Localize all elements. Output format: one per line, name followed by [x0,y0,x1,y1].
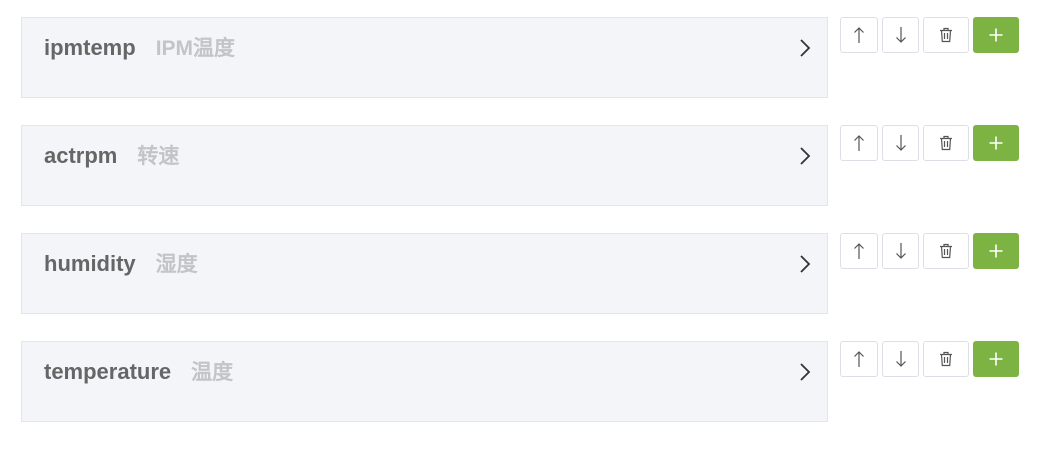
plus-icon [989,136,1003,150]
delete-button[interactable] [923,341,969,377]
field-row: ipmtemp IPM温度 [21,17,1021,98]
field-key: humidity 湿度 [44,248,198,278]
field-key: actrpm 转速 [44,140,179,170]
field-row: humidity 湿度 [21,233,1021,314]
field-label: 温度 [191,361,234,384]
field-panel[interactable]: actrpm 转速 [21,125,828,206]
field-label: 转速 [137,145,180,168]
chevron-right-icon[interactable] [796,255,814,273]
arrow-up-icon [854,135,864,151]
arrow-down-icon [895,243,906,259]
field-label: IPM温度 [155,37,236,60]
add-button[interactable] [973,341,1019,377]
add-button[interactable] [973,125,1019,161]
chevron-right-icon[interactable] [796,39,814,57]
plus-icon [989,28,1003,42]
move-up-button[interactable] [840,125,878,161]
trash-icon [940,135,952,151]
move-down-button[interactable] [882,17,919,53]
field-label: 湿度 [155,253,198,276]
arrow-down-icon [895,27,906,43]
arrow-down-icon [895,351,906,367]
field-panel[interactable]: humidity 湿度 [21,233,828,314]
field-key: temperature 温度 [44,356,233,386]
chevron-right-icon[interactable] [796,363,814,381]
arrow-up-icon [854,351,864,367]
field-row: actrpm 转速 [21,125,1021,206]
arrow-down-icon [895,135,906,151]
chevron-right-icon[interactable] [796,147,814,165]
plus-icon [989,352,1003,366]
trash-icon [940,27,952,43]
move-up-button[interactable] [840,341,878,377]
field-list: ipmtemp IPM温度 actrpm 转速 humidity 湿度 temp… [0,0,1043,449]
field-key-text: humidity [44,251,136,276]
delete-button[interactable] [923,233,969,269]
move-up-button[interactable] [840,17,878,53]
move-down-button[interactable] [882,341,919,377]
trash-icon [940,351,952,367]
plus-icon [989,244,1003,258]
add-button[interactable] [973,17,1019,53]
trash-icon [940,243,952,259]
field-key: ipmtemp IPM温度 [44,32,235,62]
field-panel[interactable]: temperature 温度 [21,341,828,422]
move-down-button[interactable] [882,233,919,269]
move-up-button[interactable] [840,233,878,269]
delete-button[interactable] [923,17,969,53]
add-button[interactable] [973,233,1019,269]
delete-button[interactable] [923,125,969,161]
arrow-up-icon [854,243,864,259]
move-down-button[interactable] [882,125,919,161]
field-panel[interactable]: ipmtemp IPM温度 [21,17,828,98]
field-key-text: ipmtemp [44,35,136,60]
arrow-up-icon [854,27,864,43]
field-key-text: actrpm [44,143,118,168]
field-row: temperature 温度 [21,341,1021,422]
field-key-text: temperature [44,359,172,384]
